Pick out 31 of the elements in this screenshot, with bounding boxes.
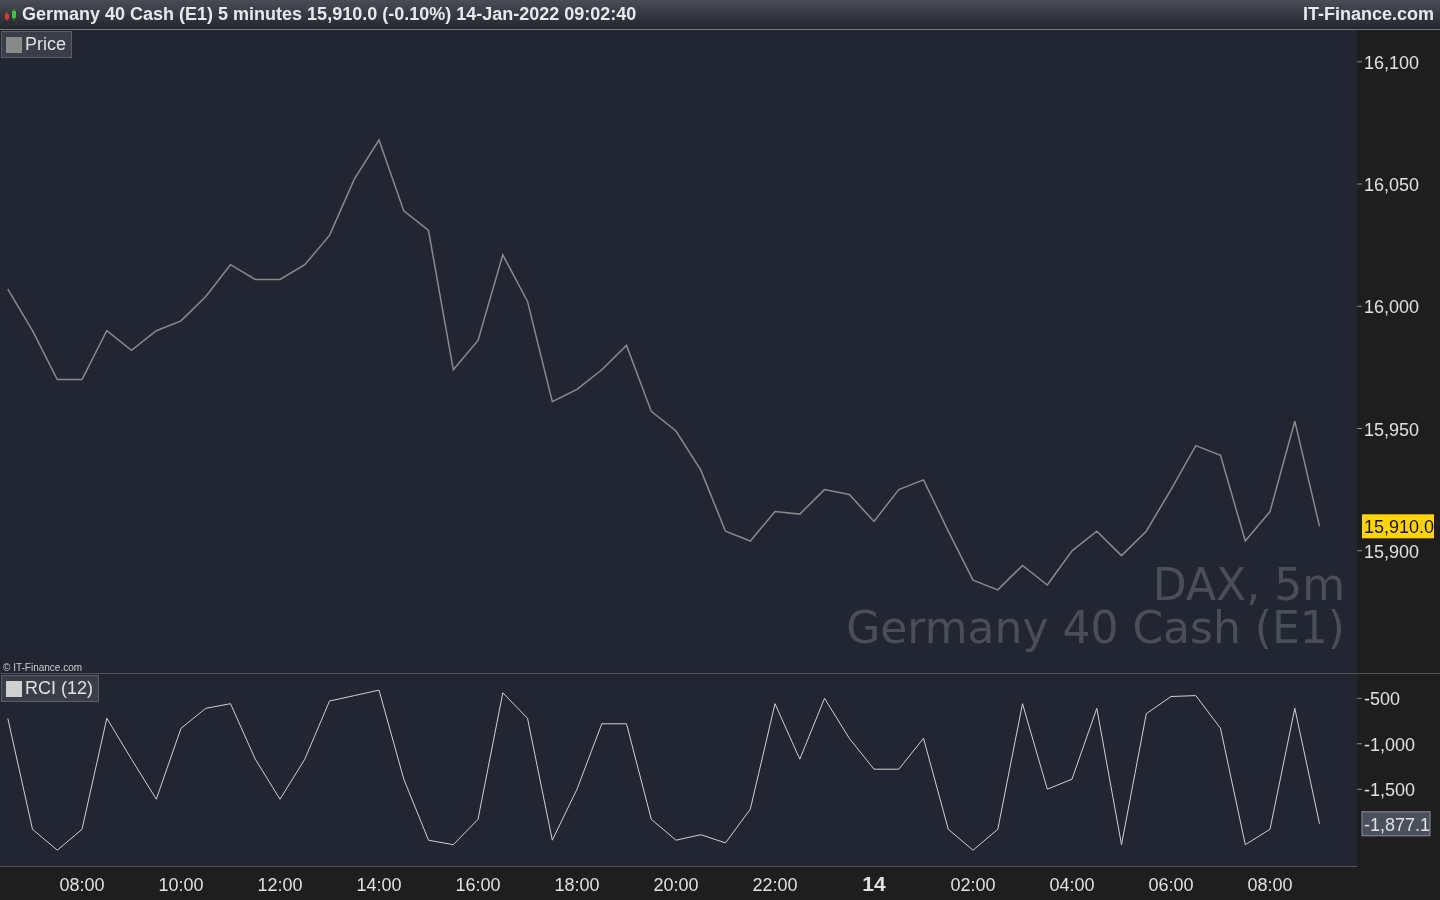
time-label: 14 xyxy=(862,872,886,895)
axis-label: -1,500 xyxy=(1364,780,1416,801)
legend-text: RCI (12) xyxy=(25,678,93,699)
time-label: 12:00 xyxy=(257,875,303,895)
time-label: 06:00 xyxy=(1148,875,1194,895)
axis-label: -1,000 xyxy=(1364,734,1416,755)
legend-text: Price xyxy=(25,34,66,55)
time-label: 08:00 xyxy=(59,875,105,895)
brand-name: IT-Finance.com xyxy=(1302,4,1434,25)
time-label: 16:00 xyxy=(455,875,501,895)
time-label: 10:00 xyxy=(158,875,204,895)
chart-title: Germany 40 Cash (E1) 5 minutes 15,910.0 (-0.10%) 14-Jan-2022 09:02:40 xyxy=(22,4,637,25)
axis-label: 15,900 xyxy=(1364,541,1420,562)
time-label: 02:00 xyxy=(950,875,996,895)
candles-icon xyxy=(4,7,18,22)
axis-label: 16,000 xyxy=(1364,297,1420,318)
axis-label: -500 xyxy=(1364,689,1401,710)
last-price-label: 15,910.0 xyxy=(1362,514,1435,539)
time-label: 22:00 xyxy=(752,875,798,895)
axis-label: 16,050 xyxy=(1364,175,1420,196)
axis-label: 15,950 xyxy=(1364,419,1420,440)
time-label: 14:00 xyxy=(356,875,402,895)
last-value-label: -1,877.1 xyxy=(1361,811,1431,837)
copyright-text: © IT-Finance.com xyxy=(3,662,83,673)
time-label: 20:00 xyxy=(653,875,699,895)
time-label: 04:00 xyxy=(1049,875,1095,895)
axis-label: 16,100 xyxy=(1364,52,1420,73)
time-label: 08:00 xyxy=(1247,875,1293,895)
color-swatch-icon xyxy=(6,36,22,53)
color-swatch-icon xyxy=(6,680,22,697)
time-label: 18:00 xyxy=(554,875,600,895)
